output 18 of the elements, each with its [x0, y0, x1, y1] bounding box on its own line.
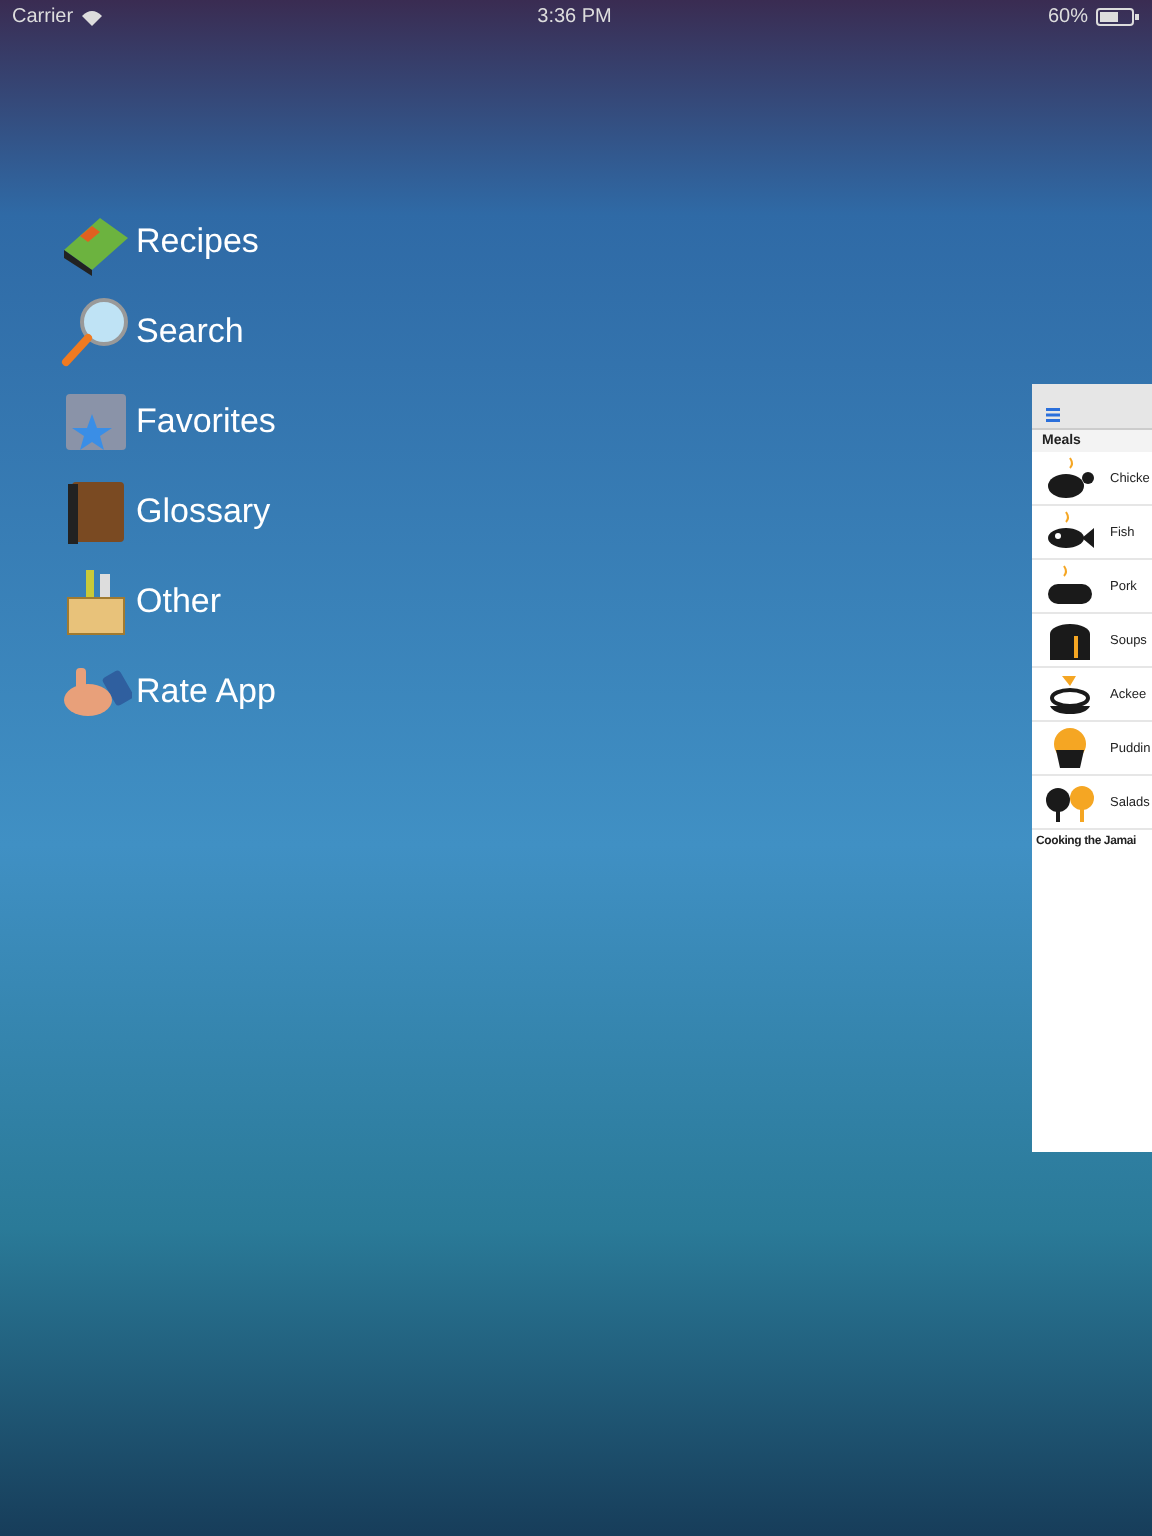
bowl-icon — [1044, 672, 1096, 716]
fish-icon — [1044, 510, 1096, 554]
menu-item[interactable]: Recipes — [60, 206, 259, 278]
carrier-label: Carrier — [12, 6, 74, 28]
search-icon — [60, 296, 132, 368]
battery-icon — [1095, 8, 1140, 26]
menu-icon[interactable] — [1046, 408, 1060, 422]
menu-item[interactable]: Search — [60, 296, 244, 368]
battery-percentage: 60% — [1047, 6, 1088, 28]
menu-item[interactable]: Rate App — [60, 656, 276, 728]
wifi-icon — [81, 9, 102, 25]
sausage-icon — [1044, 564, 1096, 608]
menu-item[interactable]: Other — [60, 566, 222, 638]
menu-item[interactable]: Favorites — [60, 386, 276, 458]
cooking-pot-icon — [1044, 618, 1096, 662]
clock-time: 3:36 PM — [537, 6, 612, 28]
menu-item[interactable]: Glossary — [60, 476, 271, 548]
broccoli-icon — [1044, 780, 1096, 824]
